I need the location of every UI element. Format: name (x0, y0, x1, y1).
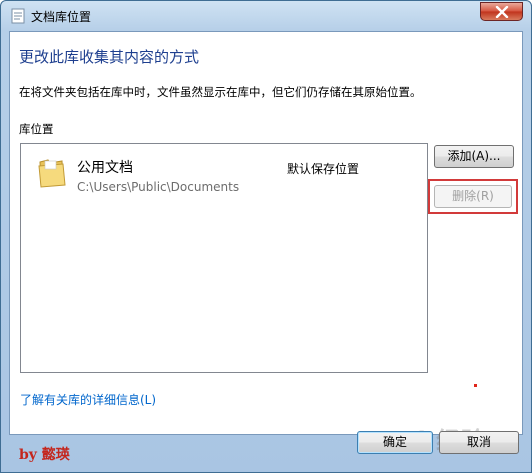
default-save-location-label: 默认保存位置 (287, 162, 360, 176)
dialog-content: 更改此库收集其内容的方式 在将文件夹包括在库中时，文件虽然显示在库中，但它们仍存… (9, 31, 523, 435)
list-item[interactable]: 公用文档 C:\Users\Public\Documents 默认保存位置 (21, 144, 427, 204)
ok-button[interactable]: 确定 (357, 431, 433, 454)
page-title: 更改此库收集其内容的方式 (19, 48, 200, 66)
author-signature: by 懿瑛 (19, 447, 70, 463)
document-library-icon (11, 8, 25, 24)
window-title: 文档库位置 (31, 10, 92, 24)
locations-label: 库位置 (19, 122, 54, 136)
location-name: 公用文档 (77, 160, 133, 176)
library-locations-list[interactable]: 公用文档 C:\Users\Public\Documents 默认保存位置 (20, 143, 428, 373)
highlight-box: 删除(R) (428, 179, 518, 214)
description-text: 在将文件夹包括在库中时，文件虽然显示在库中，但它们仍存储在其原始位置。 (19, 85, 422, 99)
dialog-window: 文档库位置 更改此库收集其内容的方式 在将文件夹包括在库中时，文件虽然显示在库中… (0, 0, 532, 473)
location-path: C:\Users\Public\Documents (77, 180, 240, 194)
folder-icon (37, 156, 67, 191)
remove-button[interactable]: 删除(R) (434, 185, 512, 208)
cancel-button[interactable]: 取消 (439, 431, 519, 454)
annotation-dot (474, 384, 477, 387)
add-button[interactable]: 添加(A)... (434, 145, 514, 168)
close-button[interactable] (480, 2, 523, 21)
title-bar[interactable]: 文档库位置 (1, 1, 531, 31)
close-icon (495, 6, 509, 18)
learn-more-link[interactable]: 了解有关库的详细信息(L) (20, 391, 156, 408)
